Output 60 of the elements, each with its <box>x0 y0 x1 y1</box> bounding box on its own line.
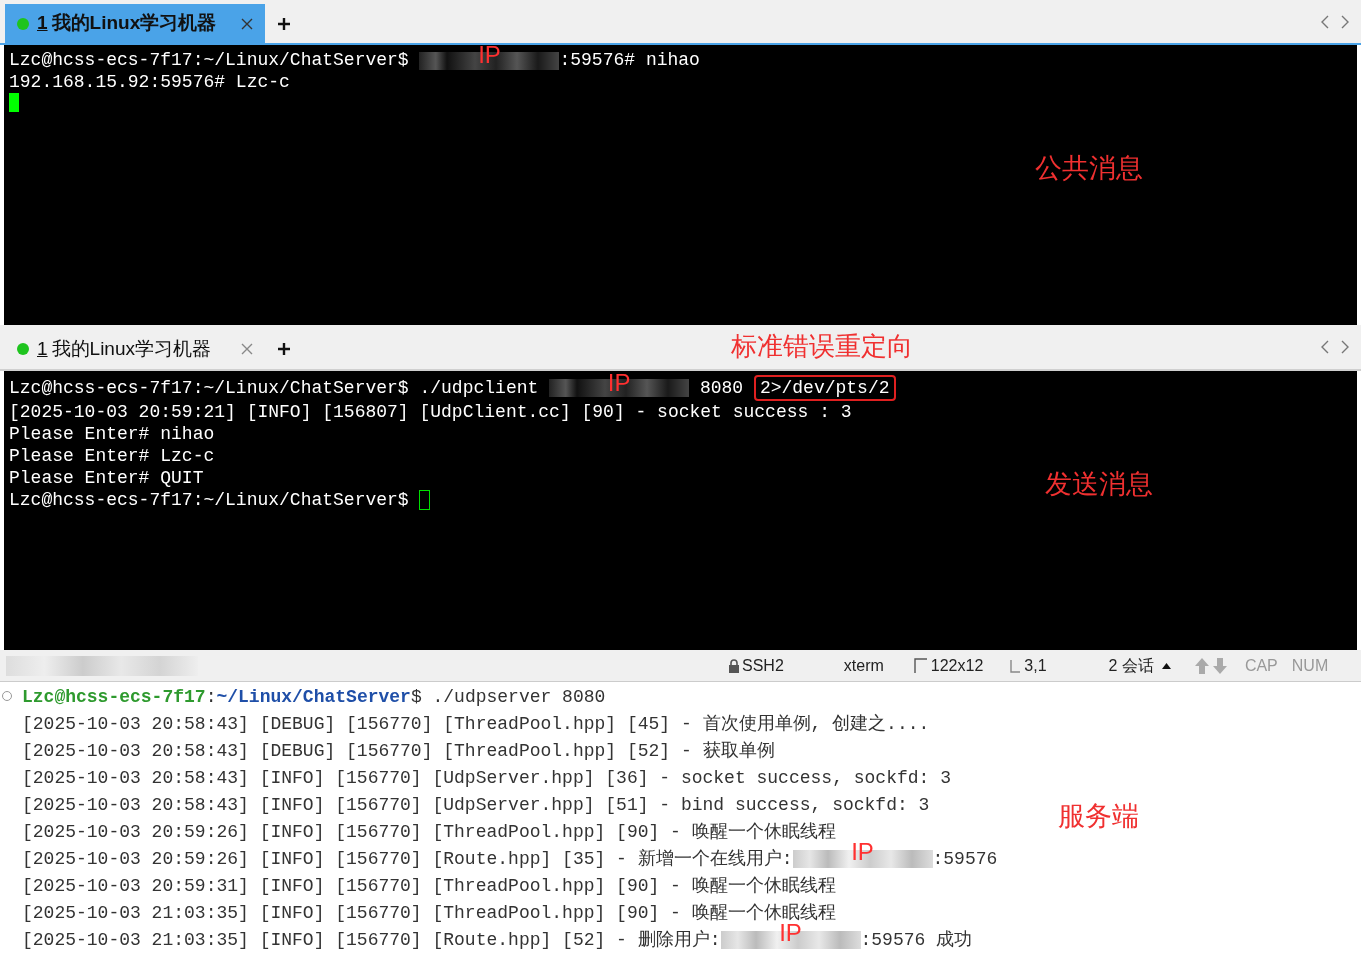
terminal-text: : <box>205 686 217 709</box>
highlighted-command: 2>/dev/pts/2 <box>753 374 896 401</box>
prompt-path: ~/Linux/ChatServer <box>216 686 411 709</box>
terminal-text: [2025-10-03 20:59:21] [INFO] [156807] [UdpClient.cc] [90] - socket success : 3 <box>9 400 852 423</box>
terminal-text: [2025-10-03 20:59:31] [INFO] [156770] [ThreadPool.hpp] [90] - 唤醒一个休眠线程 <box>22 875 836 898</box>
terminal-text: [2025-10-03 20:58:43] [DEBUG] [156770] [ThreadPool.hpp] [52] - 获取单例 <box>22 740 775 763</box>
terminal-text: 192.168.15.92:59576# Lzc-c <box>9 71 290 94</box>
plus-icon[interactable] <box>277 16 291 31</box>
annotation-text: 公共消息 <box>1035 157 1143 180</box>
terminal-text: [2025-10-03 20:58:43] [INFO] [156770] [UdpServer.hpp] [51] - bind success, sockfd: 3 <box>22 794 930 817</box>
terminal-text: Lzc@hcss-ecs-7f17:~/Linux/ChatServer$ <box>9 488 410 511</box>
num-lock-indicator: NUM <box>1291 655 1329 676</box>
terminal-text: [2025-10-03 20:59:26] [INFO] [156770] [Route.hpp] [35] - 新增一个在线用户: <box>22 848 793 871</box>
lock-icon <box>728 658 740 673</box>
protocol-label: SSH2 <box>742 655 784 676</box>
terminal-text: [2025-10-03 20:59:26] [INFO] [156770] [ThreadPool.hpp] [90] - 唤醒一个休眠线程 <box>22 821 836 844</box>
tab-title: 我的Linux学习机器 <box>51 12 217 34</box>
close-icon[interactable] <box>241 342 253 355</box>
ip-label: IP <box>607 370 631 395</box>
close-icon[interactable] <box>241 17 253 30</box>
ip-label: IP <box>478 43 501 68</box>
terminal-text: $ ./udpserver 8080 <box>410 686 606 709</box>
chevron-right-icon[interactable] <box>1341 14 1349 29</box>
terminal-text: Please Enter# nihao <box>9 422 215 445</box>
annotation-text: 发送消息 <box>1045 472 1153 495</box>
annotation-text: 标准错误重定向 <box>731 330 913 364</box>
caret-icon[interactable] <box>1161 662 1171 669</box>
chevron-left-icon[interactable] <box>1321 14 1329 29</box>
terminal-text: :59576 <box>932 848 998 871</box>
chevron-left-icon[interactable] <box>1321 339 1329 354</box>
session-tab[interactable]: 1 我的Linux学习机器 <box>5 4 265 44</box>
chevron-right-icon[interactable] <box>1341 339 1349 354</box>
sessions-label[interactable]: 2 会话 <box>1108 653 1154 678</box>
cursor-position-label: 3,1 <box>1024 655 1047 676</box>
cursor-position-icon <box>1009 658 1022 673</box>
tab-title: 我的Linux学习机器 <box>51 337 211 359</box>
terminal-text: Lzc@hcss-ecs-7f17:~/Linux/ChatServer$ <box>9 49 410 72</box>
terminal-text: Please Enter# QUIT <box>9 466 204 489</box>
terminal-text: Lzc@hcss-ecs-7f17:~/Linux/ChatServer$ ./udpclient <box>9 376 540 399</box>
annotation-text: 服务端 <box>1058 800 1139 833</box>
terminal-text: :59576 成功 <box>860 929 973 952</box>
resize-icon <box>913 657 928 674</box>
terminal-text: 8080 <box>698 376 745 399</box>
terminal-type-label: xterm <box>843 655 884 676</box>
tab-number: 1 <box>37 337 48 359</box>
tab-number: 1 <box>37 12 48 34</box>
terminal-text: [2025-10-03 21:03:35] [INFO] [156770] [ThreadPool.hpp] [90] - 唤醒一个休眠线程 <box>22 902 836 924</box>
plus-icon[interactable] <box>277 341 291 356</box>
up-arrow-icon <box>1194 657 1209 674</box>
ip-label: IP <box>851 840 874 864</box>
terminal-text: [2025-10-03 20:58:43] [INFO] [156770] [UdpServer.hpp] [36] - socket success, sockfd: 3 <box>22 767 951 790</box>
terminal-text: Please Enter# Lzc-c <box>9 444 215 467</box>
caps-lock-indicator: CAP <box>1244 655 1278 676</box>
prompt-user: Lzc@hcss-ecs-7f17 <box>22 686 206 709</box>
ip-label: IP <box>779 921 802 945</box>
terminal-text: [2025-10-03 21:03:35] [INFO] [156770] [Route.hpp] [52] - 删除用户: <box>22 929 721 952</box>
terminal-text: :59576# nihao <box>559 49 700 72</box>
terminal-text: [2025-10-03 20:58:43] [DEBUG] [156770] [ThreadPool.hpp] [45] - 首次使用单例, 创建之.... <box>22 713 930 736</box>
down-arrow-icon <box>1212 657 1227 674</box>
size-label: 122x12 <box>930 655 984 676</box>
